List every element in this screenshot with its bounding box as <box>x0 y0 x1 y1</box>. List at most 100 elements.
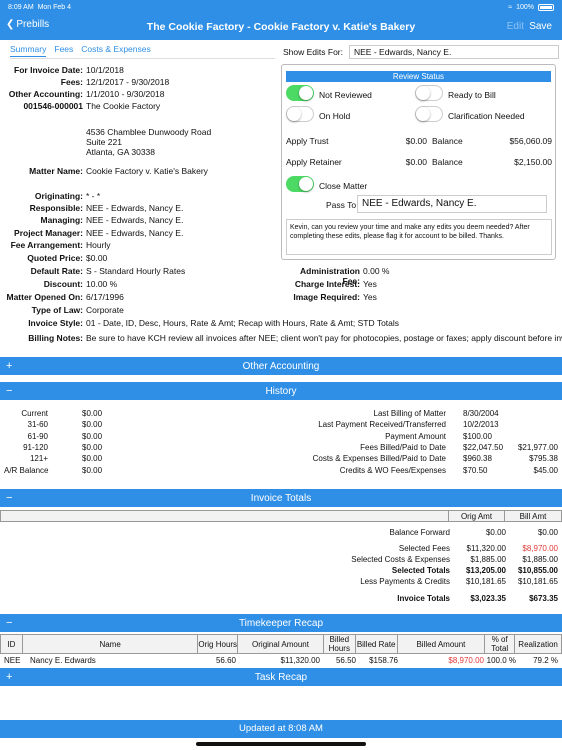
other-accounting-title: Other Accounting <box>242 361 320 372</box>
ready-to-bill-toggle[interactable] <box>415 85 443 101</box>
tab-bar: Summary Fees Costs & Expenses <box>10 44 151 57</box>
bill-amount: $8,970.00 <box>522 544 558 553</box>
aging-value: $0.00 <box>82 409 103 418</box>
responsible-row: Responsible: NEE - Edwards, Nancy E. <box>29 203 184 213</box>
page-title: The Cookie Factory - Cookie Factory v. K… <box>146 21 416 33</box>
bill-amount: $10,181.65 <box>517 577 558 586</box>
history-label: Fees Billed/Paid to Date <box>360 442 446 452</box>
history-title: History <box>265 386 297 397</box>
wifi-icon: ≈ <box>508 3 513 11</box>
invoice-totals-title: Invoice Totals <box>250 493 312 504</box>
history-value-2: $45.00 <box>533 465 558 475</box>
timekeeper-table-header: ID Name Orig Hours Original Amount Bille… <box>0 634 562 654</box>
history-value: $100.00 <box>463 431 492 441</box>
history-label: Last Billing of Matter <box>373 409 446 418</box>
col-percent-total: % of Total <box>485 635 516 653</box>
client-number: 001546-000001 <box>23 101 83 111</box>
not-reviewed-toggle[interactable] <box>286 85 314 101</box>
fees-label: Fees: <box>60 77 83 87</box>
address-line-1: 4536 Chamblee Dunwoody Road <box>86 127 212 137</box>
history-value: $960.38 <box>463 454 492 464</box>
on-hold-label: On Hold <box>319 111 351 121</box>
aging-label: 91-120 <box>23 442 48 452</box>
aging-label: 61-90 <box>27 431 48 441</box>
trust-balance-label: Balance <box>432 136 463 146</box>
back-button[interactable]: ❮ Prebills <box>6 19 49 30</box>
history-label: Costs & Expenses Billed/Paid to Date <box>312 454 446 464</box>
bill-amount: $10,855.00 <box>517 566 558 575</box>
totals-label: Selected Fees <box>398 544 450 553</box>
other-accounting-row: Other Accounting: 1/1/2010 - 9/30/2018 <box>6 89 165 99</box>
charge-interest-row: Charge Interest: Yes <box>294 279 377 289</box>
history-value: $70.50 <box>463 465 488 475</box>
updated-status: Updated at 8:08 AM <box>0 720 562 738</box>
on-hold-toggle[interactable] <box>286 106 314 122</box>
aging-value: $0.00 <box>82 420 103 430</box>
invoice-style-row: Invoice Style: 01 - Date, ID, Desc, Hours… <box>28 318 400 328</box>
save-button[interactable]: Save <box>529 21 552 32</box>
orig-amount: $3,023.35 <box>470 594 506 603</box>
tab-fees[interactable]: Fees <box>54 44 73 57</box>
home-indicator[interactable] <box>196 742 366 746</box>
col-billed-hours: Billed Hours <box>324 635 356 653</box>
quoted-price-row: Quoted Price: $0.00 <box>27 253 108 263</box>
fees-value: 12/1/2017 - 9/30/2018 <box>86 77 170 87</box>
client-name: The Cookie Factory <box>86 101 161 111</box>
show-edits-field[interactable]: NEE - Edwards, Nancy E. <box>349 45 559 59</box>
bill-amt-header: Bill Amt <box>519 511 547 521</box>
tab-costs-expenses[interactable]: Costs & Expenses <box>81 44 150 57</box>
totals-label: Invoice Totals <box>397 594 450 603</box>
tab-divider <box>10 58 275 59</box>
retainer-balance-label: Balance <box>432 157 463 167</box>
client-row: 001546-000001 The Cookie Factory <box>6 101 160 111</box>
aging-label: 31-60 <box>27 420 48 430</box>
apply-trust-label[interactable]: Apply Trust <box>286 136 329 146</box>
address-line-3: Atlanta, GA 30338 <box>86 147 155 157</box>
history-label: Last Payment Received/Transferred <box>318 420 446 430</box>
bill-amount: $673.35 <box>529 594 558 603</box>
edit-button[interactable]: Edit <box>507 21 524 32</box>
invoice-date-label: For Invoice Date: <box>14 65 83 75</box>
fee-arrangement-row: Fee Arrangement: Hourly <box>10 240 111 250</box>
history-value-2: $795.38 <box>529 454 558 464</box>
close-matter-toggle[interactable] <box>286 176 314 192</box>
history-label: Payment Amount <box>385 431 446 441</box>
orig-amount: $10,181.65 <box>465 577 506 586</box>
totals-label: Selected Totals <box>391 566 450 575</box>
pass-to-label: Pass To <box>326 200 357 210</box>
col-billed-amount: Billed Amount <box>398 635 486 653</box>
task-recap-title: Task Recap <box>254 672 308 683</box>
retainer-balance: $2,150.00 <box>514 157 552 167</box>
bill-amount: $1,885.00 <box>522 555 558 564</box>
task-recap-header[interactable]: + Task Recap <box>0 668 562 686</box>
tab-summary[interactable]: Summary <box>10 44 47 57</box>
aging-value: $0.00 <box>82 465 103 475</box>
apply-retainer-label[interactable]: Apply Retainer <box>286 157 342 167</box>
address-line-2: Suite 221 <box>86 137 122 147</box>
totals-label: Balance Forward <box>389 528 450 537</box>
matter-name-label: Matter Name: <box>29 166 83 176</box>
other-accounting-header[interactable]: + Other Accounting <box>0 357 562 375</box>
back-label: Prebills <box>16 19 50 30</box>
invoice-totals-header[interactable]: − Invoice Totals <box>0 489 562 507</box>
status-date: Mon Feb 4 <box>37 3 72 11</box>
retainer-amount: $0.00 <box>405 157 427 167</box>
pass-to-field[interactable]: NEE - Edwards, Nancy E. <box>357 195 547 213</box>
image-required-row: Image Required: Yes <box>293 292 377 302</box>
other-accounting-value: 1/1/2010 - 9/30/2018 <box>86 89 165 99</box>
status-right: ≈ 100% <box>508 3 554 11</box>
timekeeper-recap-header[interactable]: − Timekeeper Recap <box>0 614 562 632</box>
invoice-date-row: For Invoice Date: 10/1/2018 <box>6 65 124 75</box>
aging-label: 121+ <box>29 454 48 464</box>
matter-name-row: Matter Name: Cookie Factory v. Katie's Ba… <box>6 166 208 176</box>
review-note[interactable]: Kevin, can you review your time and make… <box>286 219 552 255</box>
clarification-toggle[interactable] <box>415 106 443 122</box>
status-bar: 8:09 AM Mon Feb 4 ≈ 100% <box>0 0 562 14</box>
col-orig-hours: Orig Hours <box>198 635 239 653</box>
default-rate-row: Default Rate: S - Standard Hourly Rates <box>30 266 186 276</box>
history-value-2: $21,977.00 <box>517 442 558 452</box>
review-status-panel: Review Status Not Reviewed Ready to Bill… <box>281 64 556 260</box>
history-header[interactable]: − History <box>0 382 562 400</box>
review-status-title: Review Status <box>286 71 551 82</box>
managing-row: Managing: NEE - Edwards, Nancy E. <box>40 215 184 225</box>
